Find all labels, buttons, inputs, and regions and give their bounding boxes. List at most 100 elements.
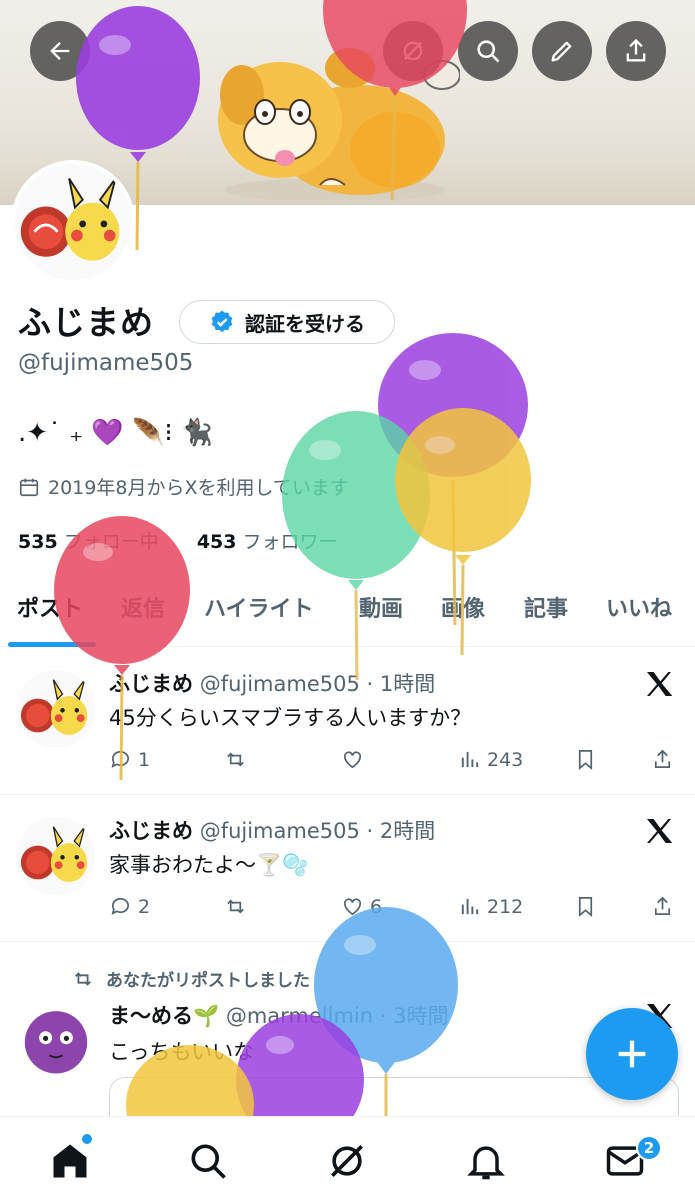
profile-tabs: ポスト 返信 ハイライト 動画 画像 記事 いいね	[0, 583, 695, 647]
grok-button[interactable]	[383, 21, 443, 81]
following-count: 535	[18, 531, 58, 553]
tweet-avatar[interactable]	[17, 1002, 95, 1080]
heart-icon	[343, 898, 362, 916]
tab-highlights[interactable]: ハイライト	[204, 591, 314, 623]
tweet-author-name[interactable]: ふじまめ	[109, 819, 193, 843]
bookmark-button[interactable]	[574, 748, 597, 771]
bookmark-icon	[578, 897, 593, 917]
share-icon	[654, 749, 671, 769]
grok-icon	[331, 1145, 363, 1177]
repost-note-text: あなたがリポストしました	[106, 971, 310, 991]
tab-articles[interactable]: 記事	[524, 591, 568, 623]
search-icon	[191, 1144, 226, 1179]
messages-badge: 2	[636, 1135, 662, 1161]
pencil-icon	[551, 41, 572, 62]
tweet-header: ま〜める🌱 @marmellmin · 3時間	[109, 1000, 448, 1030]
like-button[interactable]	[341, 748, 370, 771]
get-verified-label: 認証を受ける	[245, 311, 365, 336]
tweet-avatar[interactable]	[17, 817, 95, 895]
bell-icon	[467, 1146, 505, 1180]
nav-home[interactable]	[48, 1139, 92, 1183]
reply-count: 2	[138, 895, 151, 918]
back-button[interactable]	[30, 21, 90, 81]
tab-posts[interactable]: ポスト	[17, 591, 83, 623]
plus-icon	[618, 1040, 646, 1068]
share-button[interactable]	[606, 21, 666, 81]
edit-button[interactable]	[532, 21, 592, 81]
search-button[interactable]	[458, 21, 518, 81]
heart-icon	[343, 751, 362, 769]
tweet-meta: @fujimame505 · 1時間	[199, 672, 436, 696]
balloon-purple-mid	[378, 333, 528, 626]
home-unread-dot	[82, 1134, 92, 1144]
tweet-actions: 2 6 212	[109, 895, 679, 925]
avatar-illustration	[17, 670, 95, 748]
nav-notifications[interactable]	[464, 1139, 508, 1183]
reply-icon	[111, 750, 130, 768]
views-chart-icon	[461, 898, 479, 915]
views-count: 243	[487, 748, 524, 771]
tweet-item[interactable]: ふじまめ @fujimame505 · 2時間 家事おわたよ〜🍸🫧 2 6 21…	[0, 795, 695, 942]
views-button[interactable]: 243	[458, 748, 523, 771]
bookmark-icon	[578, 750, 593, 770]
joined-date: 2019年8月からXを利用しています	[18, 473, 349, 500]
tweet-actions: 1 243	[109, 748, 679, 778]
tweet-avatar[interactable]	[17, 670, 95, 748]
repost-icon	[227, 899, 244, 914]
repost-button[interactable]	[224, 748, 253, 771]
nav-grok[interactable]	[325, 1139, 369, 1183]
tweet-meta: @fujimame505 · 2時間	[199, 819, 436, 843]
tweet-author-name[interactable]: ま〜める🌱	[109, 1004, 219, 1028]
tweet-item[interactable]: ふじまめ @fujimame505 · 1時間 45分くらいスマブラする人います…	[0, 648, 695, 795]
compose-post-button[interactable]	[586, 1008, 678, 1100]
tweet-share-button[interactable]	[651, 895, 674, 918]
tweet-header: ふじまめ @fujimame505 · 1時間	[109, 668, 435, 698]
get-verified-button[interactable]: 認証を受ける	[179, 300, 395, 344]
verified-badge-icon	[211, 310, 233, 333]
views-button[interactable]: 212	[458, 895, 523, 918]
following-label: フォロー中	[63, 531, 159, 553]
followers-link[interactable]: 453 フォロワー	[197, 531, 338, 553]
followers-label: フォロワー	[242, 531, 338, 553]
bottom-navigation	[0, 1116, 695, 1200]
follow-stats: 535 フォロー中 453 フォロワー	[18, 527, 338, 554]
share-icon	[654, 896, 671, 916]
tweet-header: ふじまめ @fujimame505 · 2時間	[109, 815, 435, 845]
tab-likes[interactable]: いいね	[606, 591, 672, 623]
tab-images[interactable]: 画像	[441, 591, 485, 623]
arrow-left-icon	[50, 42, 70, 60]
tweet-text: こっちもいいな	[109, 1040, 255, 1064]
tweet-text: 家事おわたよ〜🍸🫧	[109, 853, 309, 877]
joined-text: 2019年8月からXを利用しています	[48, 477, 349, 499]
repost-button[interactable]	[224, 895, 253, 918]
profile-bio: .✦˙ ₊ 💜 🪶⁝ 🐈‍⬛	[18, 418, 214, 448]
profile-handle: @fujimame505	[18, 350, 194, 376]
reply-button[interactable]: 1	[109, 748, 150, 771]
profile-avatar[interactable]	[11, 160, 135, 284]
repost-note: あなたがリポストしました	[72, 966, 310, 991]
reply-count: 1	[138, 748, 151, 771]
calendar-icon	[19, 478, 39, 496]
tab-videos[interactable]: 動画	[359, 591, 403, 623]
like-button[interactable]: 6	[341, 895, 382, 918]
x-logo-icon[interactable]	[643, 668, 675, 700]
avatar-illustration	[15, 164, 131, 280]
x-logo-icon[interactable]	[643, 815, 675, 847]
like-count: 6	[370, 895, 383, 918]
reply-button[interactable]: 2	[109, 895, 150, 918]
tweet-share-button[interactable]	[651, 748, 674, 771]
bookmark-button[interactable]	[574, 895, 597, 918]
home-icon	[53, 1144, 87, 1178]
avatar-illustration	[17, 817, 95, 895]
nav-search[interactable]	[186, 1139, 230, 1183]
followers-count: 453	[196, 531, 237, 553]
following-link[interactable]: 535 フォロー中	[18, 531, 159, 553]
reply-icon	[111, 897, 130, 915]
repost-icon	[227, 752, 244, 767]
profile-name: ふじまめ	[18, 303, 154, 342]
tweet-text: 45分くらいスマブラする人いますか？	[109, 706, 472, 730]
avatar-illustration	[17, 1002, 95, 1080]
tweet-author-name[interactable]: ふじまめ	[109, 672, 193, 696]
tab-replies[interactable]: 返信	[121, 591, 165, 623]
share-icon	[626, 38, 646, 62]
